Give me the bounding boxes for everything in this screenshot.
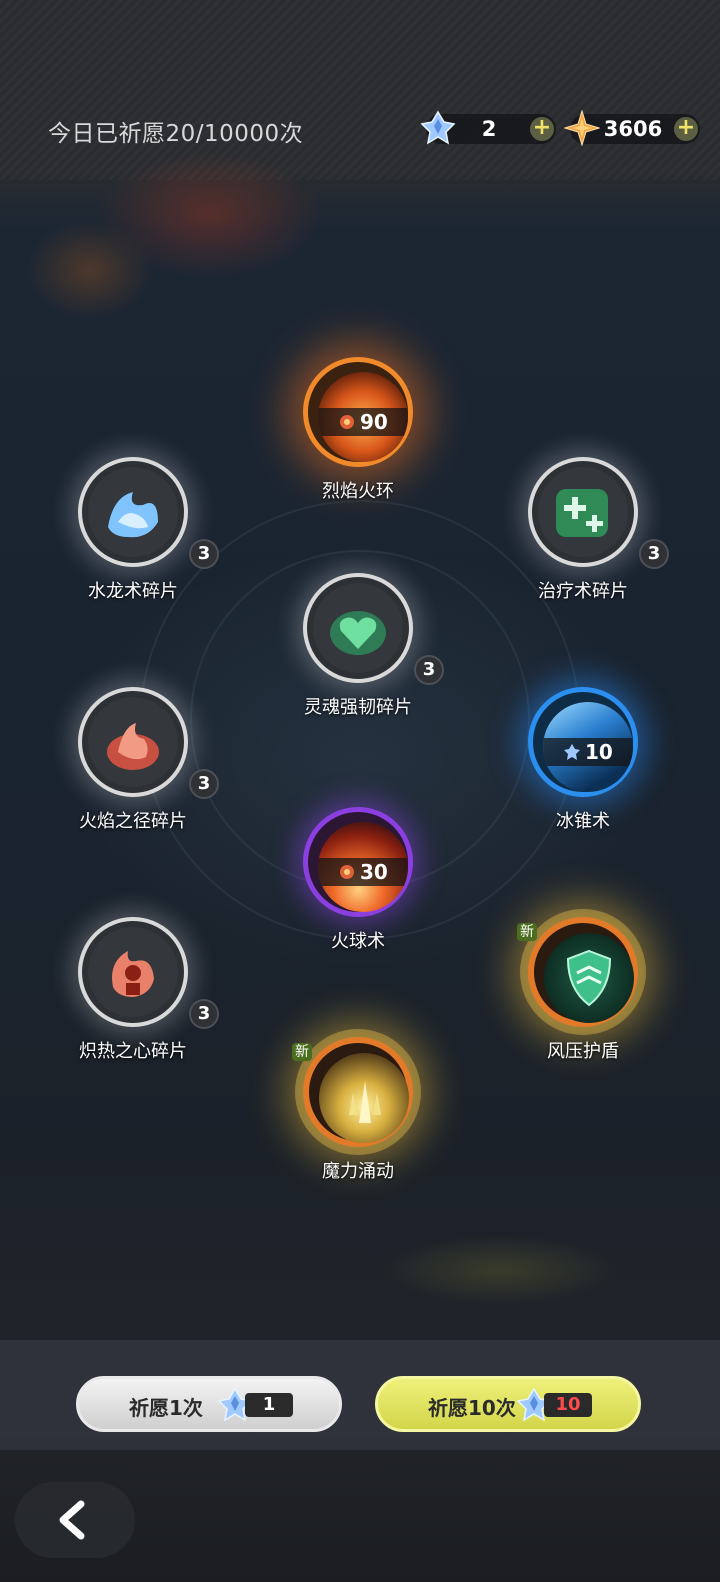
reward-item-flame-path-fragment[interactable]: 3 火焰之径碎片 <box>53 687 219 837</box>
wish-ten-button[interactable]: 祈愿10次 10 <box>375 1376 641 1432</box>
reward-item-wind-shield[interactable]: 新 风压护盾 <box>503 917 663 1067</box>
header: 今日已祈愿20/10000次 2 + 3606 + <box>0 0 720 180</box>
fragment-orb <box>78 457 188 567</box>
reward-item-water-dragon-fragment[interactable]: 3 水龙术碎片 <box>53 457 219 607</box>
item-name: 灵魂强韧碎片 <box>304 697 412 718</box>
fragment-orb <box>78 687 188 797</box>
fragment-count-badge: 3 <box>189 769 219 799</box>
star-gem-currency: 3606 + <box>564 110 700 146</box>
item-name: 风压护盾 <box>547 1041 619 1062</box>
reward-item-blazing-heart-fragment[interactable]: 3 炽热之心碎片 <box>53 917 219 1067</box>
reward-item-blazing-ring[interactable]: 90 烈焰火环 <box>278 357 438 507</box>
healing-cross-icon <box>556 489 608 537</box>
skill-orb: 10 <box>528 687 638 797</box>
fragment-count-badge: 3 <box>414 655 444 685</box>
skill-orb: 30 <box>303 807 413 917</box>
reward-item-fireball[interactable]: 30 火球术 <box>278 807 438 957</box>
crystal-amount: 2 <box>481 117 497 141</box>
item-name: 烈焰火环 <box>322 481 394 502</box>
reward-item-mana-surge[interactable]: 新 魔力涌动 <box>278 1037 438 1187</box>
flame-path-icon <box>107 723 159 770</box>
crystal-icon <box>564 744 580 760</box>
wish-once-button[interactable]: 祈愿1次 1 <box>76 1376 342 1432</box>
new-badge: 新 <box>292 1043 312 1061</box>
item-name: 火焰之径碎片 <box>79 811 187 832</box>
fragment-orb <box>303 573 413 683</box>
fragment-orb <box>528 457 638 567</box>
skill-orb: 90 <box>303 357 413 467</box>
wish-once-cost: 1 <box>245 1393 293 1417</box>
star-gem-amount: 3606 <box>603 117 663 141</box>
crystal-currency: 2 + <box>420 110 556 145</box>
wish-once-label: 祈愿1次 <box>129 1396 203 1420</box>
back-button[interactable] <box>15 1482 135 1558</box>
flame-coin-icon <box>340 865 354 879</box>
item-name: 水龙术碎片 <box>88 581 178 602</box>
water-splash-icon <box>108 492 158 538</box>
flame-coin-icon <box>340 415 354 429</box>
new-skill-orb <box>528 917 638 1027</box>
add-crystal-button[interactable]: + <box>530 117 554 141</box>
item-name: 炽热之心碎片 <box>79 1041 187 1062</box>
mana-surge-icon <box>349 1081 381 1123</box>
blazing-heart-icon <box>112 951 154 997</box>
item-name: 火球术 <box>331 931 385 952</box>
item-name: 治疗术碎片 <box>538 581 628 602</box>
wish-ten-label: 祈愿10次 <box>428 1396 516 1420</box>
shield-icon <box>566 949 612 1007</box>
fragment-orb <box>78 917 188 1027</box>
star-gem-icon <box>564 110 600 146</box>
item-name: 冰锥术 <box>556 811 610 832</box>
fragment-count-badge: 3 <box>189 999 219 1029</box>
crystal-icon <box>420 110 456 145</box>
reward-item-soul-fortitude-fragment[interactable]: 3 灵魂强韧碎片 <box>278 573 444 723</box>
fragment-count-badge: 3 <box>639 539 669 569</box>
wish-ten-cost: 10 <box>544 1393 592 1417</box>
add-star-gem-button[interactable]: + <box>674 117 698 141</box>
reward-item-healing-fragment[interactable]: 3 治疗术碎片 <box>503 457 669 607</box>
reward-item-ice-spike[interactable]: 10 冰锥术 <box>503 687 663 837</box>
soul-heart-icon <box>330 611 386 655</box>
skill-cost: 10 <box>543 738 633 766</box>
item-name: 魔力涌动 <box>322 1161 394 1182</box>
skill-cost: 90 <box>318 408 408 436</box>
daily-wish-count: 今日已祈愿20/10000次 <box>48 121 304 147</box>
new-skill-orb <box>303 1037 413 1147</box>
skill-cost: 30 <box>318 858 408 886</box>
chevron-left-icon <box>59 1500 85 1540</box>
fragment-count-badge: 3 <box>189 539 219 569</box>
new-badge: 新 <box>517 923 537 941</box>
